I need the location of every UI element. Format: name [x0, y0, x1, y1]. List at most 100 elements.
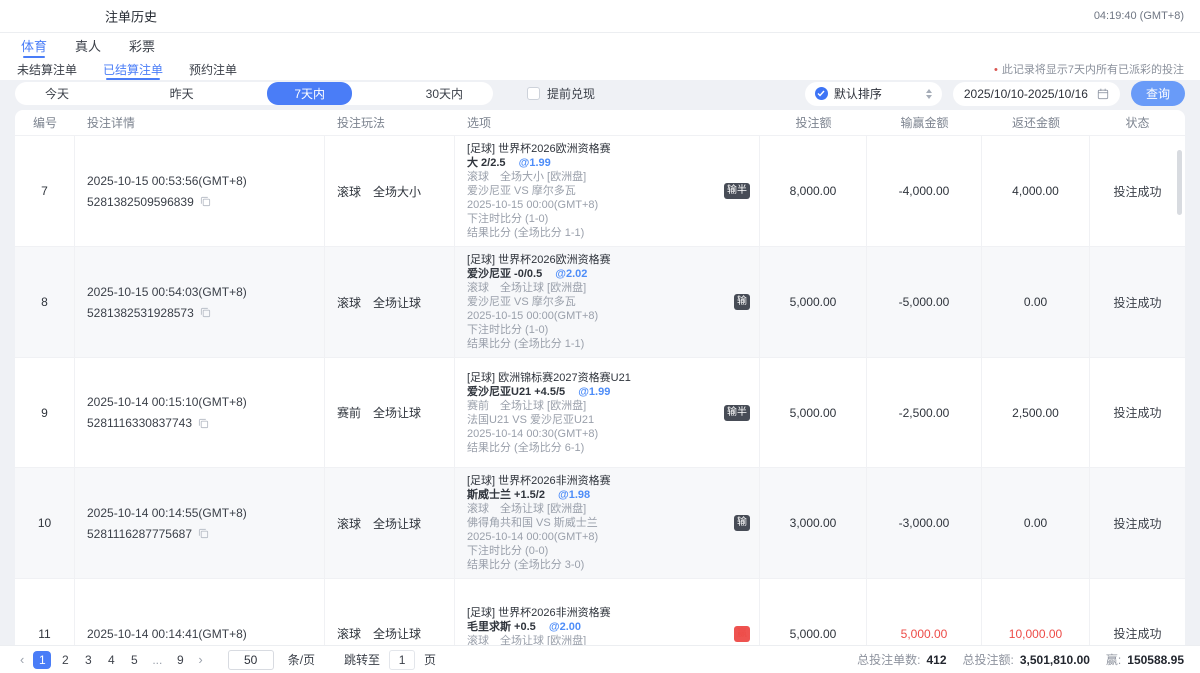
sort-select[interactable]: 默认排序 — [805, 82, 942, 106]
subtab-unsettled[interactable]: 未结算注单 — [17, 58, 77, 80]
scrollbar-thumb[interactable] — [1177, 150, 1182, 215]
result-badge: 赢 — [734, 626, 750, 642]
bet-status: 投注成功 — [1090, 247, 1185, 357]
bet-score: 下注时比分 (1-0) — [467, 212, 747, 226]
play-type-cell: 滚球 全场让球 — [325, 247, 455, 357]
range-pill[interactable]: 7天内 — [267, 82, 352, 105]
odds-value: @1.98 — [558, 489, 590, 501]
play-stage: 滚球 — [337, 625, 361, 642]
win-loss-amount: 5,000.00 — [867, 579, 982, 645]
play-type-cell: 滚球 全场让球 — [325, 579, 455, 645]
return-amount: 4,000.00 — [982, 136, 1090, 246]
jump-to-page: 跳转至 1 页 — [344, 650, 436, 670]
return-amount: 0.00 — [982, 468, 1090, 578]
selection-cell: [足球] 世界杯2026非洲资格赛 毛里求斯 +0.5 @2.00 滚球 全场让… — [455, 579, 760, 645]
date-range-value: 2025/10/10-2025/10/16 — [964, 87, 1088, 101]
selection-cell: [足球] 欧洲锦标赛2027资格赛U21 爱沙尼亚U21 +4.5/5 @1.9… — [455, 358, 760, 467]
bet-amount: 5,000.00 — [760, 579, 867, 645]
copy-icon[interactable] — [200, 307, 211, 318]
bet-number: 8 — [15, 247, 75, 357]
range-pill[interactable]: 今天 — [18, 82, 96, 105]
result-badge: 输半 — [724, 405, 750, 421]
total-count-value: 412 — [926, 653, 946, 667]
query-button[interactable]: 查询 — [1131, 81, 1185, 106]
table-row: 9 2025-10-14 00:15:10(GMT+8) 52811163308… — [15, 358, 1185, 468]
return-amount: 10,000.00 — [982, 579, 1090, 645]
return-amount: 2,500.00 — [982, 358, 1090, 467]
match-teams: 佛得角共和国 VS 斯威士兰 — [467, 516, 747, 530]
match-teams: 爱沙尼亚 VS 摩尔多瓦 — [467, 295, 747, 309]
page-list: 12345... 9 — [33, 651, 189, 669]
bet-id-row: 5281382531928573 — [87, 306, 312, 320]
bet-amount: 8,000.00 — [760, 136, 867, 246]
bet-status: 投注成功 — [1090, 468, 1185, 578]
checkbox-label: 提前兑现 — [547, 85, 595, 102]
checkbox-icon[interactable] — [527, 87, 540, 100]
bet-id-row: 5281116287775687 — [87, 527, 312, 541]
win-loss-amount: -4,000.00 — [867, 136, 982, 246]
early-cashout-checkbox[interactable]: 提前兑现 — [527, 85, 595, 102]
bet-score: 下注时比分 (0-0) — [467, 544, 747, 558]
jump-page-input[interactable]: 1 — [389, 650, 415, 670]
bet-detail-cell: 2025-10-14 00:14:41(GMT+8) — [75, 579, 325, 645]
col-return: 返还金额 — [982, 114, 1090, 131]
page-button[interactable]: 4 — [102, 651, 120, 669]
selection-cell: [足球] 世界杯2026非洲资格赛 斯威士兰 +1.5/2 @1.98 滚球 全… — [455, 468, 760, 578]
selection-line: 大 2/2.5 @1.99 — [467, 156, 747, 170]
selection-line: 爱沙尼亚U21 +4.5/5 @1.99 — [467, 385, 747, 399]
copy-icon[interactable] — [198, 418, 209, 429]
bet-number: 7 — [15, 136, 75, 246]
jump-unit: 页 — [424, 651, 436, 668]
table-row: 10 2025-10-14 00:14:55(GMT+8) 5281116287… — [15, 468, 1185, 579]
page-button[interactable]: ... — [148, 651, 166, 669]
date-range-input[interactable]: 2025/10/10-2025/10/16 — [953, 82, 1120, 106]
subtab-reserved[interactable]: 预约注单 — [189, 58, 237, 80]
table-area: 编号 投注详情 投注玩法 选项 投注额 输赢金额 返还金额 状态 7 2025-… — [0, 107, 1200, 645]
copy-icon[interactable] — [200, 196, 211, 207]
table-header: 编号 投注详情 投注玩法 选项 投注额 输赢金额 返还金额 状态 — [15, 110, 1185, 136]
bet-number: 11 — [15, 579, 75, 645]
total-amount-label: 总投注额: — [963, 651, 1014, 668]
footer-bar: ‹ 12345...9 › 50 条/页 跳转至 1 页 总投注单数: 412 … — [0, 645, 1200, 673]
odds-value: @2.02 — [555, 268, 587, 280]
prev-page-button[interactable]: ‹ — [16, 652, 28, 667]
sub-tabs: 未结算注单 已结算注单 预约注单 •此记录将显示7天内所有已派彩的投注 — [0, 58, 1200, 80]
result-badge: 输半 — [724, 183, 750, 199]
match-teams: 法国U21 VS 爱沙尼亚U21 — [467, 413, 747, 427]
market-info: 赛前 全场让球 [欧洲盘] — [467, 399, 747, 413]
bet-time: 2025-10-15 00:54:03(GMT+8) — [87, 285, 312, 299]
next-page-button[interactable]: › — [194, 652, 206, 667]
win-loss-amount: -5,000.00 — [867, 247, 982, 357]
col-number: 编号 — [15, 114, 75, 131]
bet-id: 5281382509596839 — [87, 195, 194, 209]
page-size-input[interactable]: 50 — [228, 650, 274, 670]
filter-right-cluster: 默认排序 2025/10/10-2025/10/16 查询 — [805, 81, 1185, 106]
page-button[interactable]: 5 — [125, 651, 143, 669]
tab-live[interactable]: 真人 — [75, 33, 101, 58]
page-button[interactable]: 1 — [33, 651, 51, 669]
play-type: 全场让球 — [373, 294, 421, 311]
league-name: [足球] 世界杯2026欧洲资格赛 — [467, 142, 747, 156]
note-text: 此记录将显示7天内所有已派彩的投注 — [1002, 64, 1184, 76]
range-pill[interactable]: 30天内 — [399, 82, 490, 105]
page-button[interactable]: 9 — [171, 651, 189, 669]
sort-caret-icon — [926, 89, 932, 99]
play-type-cell: 滚球 全场让球 — [325, 468, 455, 578]
selection-text: 爱沙尼亚U21 +4.5/5 — [467, 386, 565, 398]
market-info: 滚球 全场让球 [欧洲盘] — [467, 281, 747, 295]
total-win-value: 150588.95 — [1127, 653, 1184, 667]
page-button[interactable]: 2 — [56, 651, 74, 669]
bet-time: 2025-10-15 00:53:56(GMT+8) — [87, 174, 312, 188]
page-button[interactable]: 3 — [79, 651, 97, 669]
tab-lottery[interactable]: 彩票 — [129, 33, 155, 58]
pagination: ‹ 12345...9 › 50 条/页 跳转至 1 页 — [16, 650, 436, 670]
result-score: 结果比分 (全场比分 1-1) — [467, 226, 747, 240]
range-pill[interactable]: 昨天 — [143, 82, 221, 105]
filter-bar: 今天 昨天 7天内 30天内 提前兑现 默认排序 2025/10/10-2025/10… — [0, 80, 1200, 107]
result-badge: 输 — [734, 515, 750, 531]
col-play: 投注玩法 — [325, 114, 455, 131]
tab-sports[interactable]: 体育 — [21, 33, 47, 58]
subtab-settled[interactable]: 已结算注单 — [103, 58, 163, 80]
table-body: 7 2025-10-15 00:53:56(GMT+8) 52813825095… — [15, 136, 1185, 645]
copy-icon[interactable] — [198, 528, 209, 539]
